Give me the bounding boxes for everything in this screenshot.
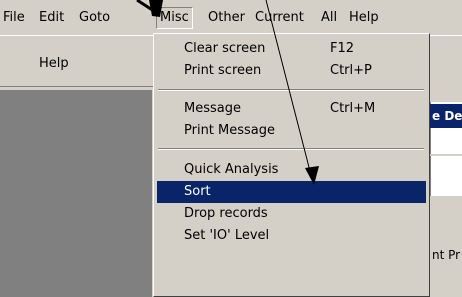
background-panel [0,90,152,297]
menu-item-label: Message [184,101,241,116]
menu-item-label: Print screen [184,63,262,78]
menu-misc[interactable]: Misc [156,7,193,29]
menu-item-shortcut: F12 [330,41,355,56]
menu-help[interactable]: Help [347,8,381,28]
menu-item-label: Drop records [184,206,268,221]
text-fragment: nt Pr [432,248,461,262]
menu-bar: File Edit Goto Misc Other Current All He… [0,0,462,34]
menu-item-label: Clear screen [184,41,266,56]
menu-item-print-screen[interactable]: Print screen Ctrl+P [157,60,426,82]
menu-file[interactable]: File [1,8,27,28]
menu-goto[interactable]: Goto [77,8,112,28]
white-field [430,128,462,154]
background-window-fragment: e De nt Pr [430,86,462,297]
menu-separator [158,89,424,91]
menu-item-set-io-level[interactable]: Set 'IO' Level [157,225,426,247]
white-field-2 [430,156,462,196]
menu-item-clear-screen[interactable]: Clear screen F12 [157,38,426,60]
menu-item-quick-analysis[interactable]: Quick Analysis [157,159,426,181]
header-fragment: e De [430,104,462,128]
menu-item-print-message[interactable]: Print Message [157,120,426,142]
menu-current[interactable]: Current [253,8,306,28]
menu-edit[interactable]: Edit [37,8,66,28]
menu-item-shortcut: Ctrl+P [330,63,372,78]
menu-item-message[interactable]: Message Ctrl+M [157,98,426,120]
menu-separator [158,148,424,150]
misc-dropdown-menu: Clear screen F12 Print screen Ctrl+P Mes… [153,33,430,297]
menu-item-label: Quick Analysis [184,162,279,177]
menu-item-label: Set 'IO' Level [184,228,270,243]
menu-item-shortcut: Ctrl+M [330,101,376,116]
menu-other[interactable]: Other [206,8,247,28]
menu-item-label: Print Message [184,123,276,138]
menu-item-sort[interactable]: Sort [157,181,426,203]
menu-item-label: Sort [184,184,211,199]
menu-all[interactable]: All [319,8,339,28]
menu-item-drop-records[interactable]: Drop records [157,203,426,225]
help-button[interactable]: Help [39,55,69,73]
